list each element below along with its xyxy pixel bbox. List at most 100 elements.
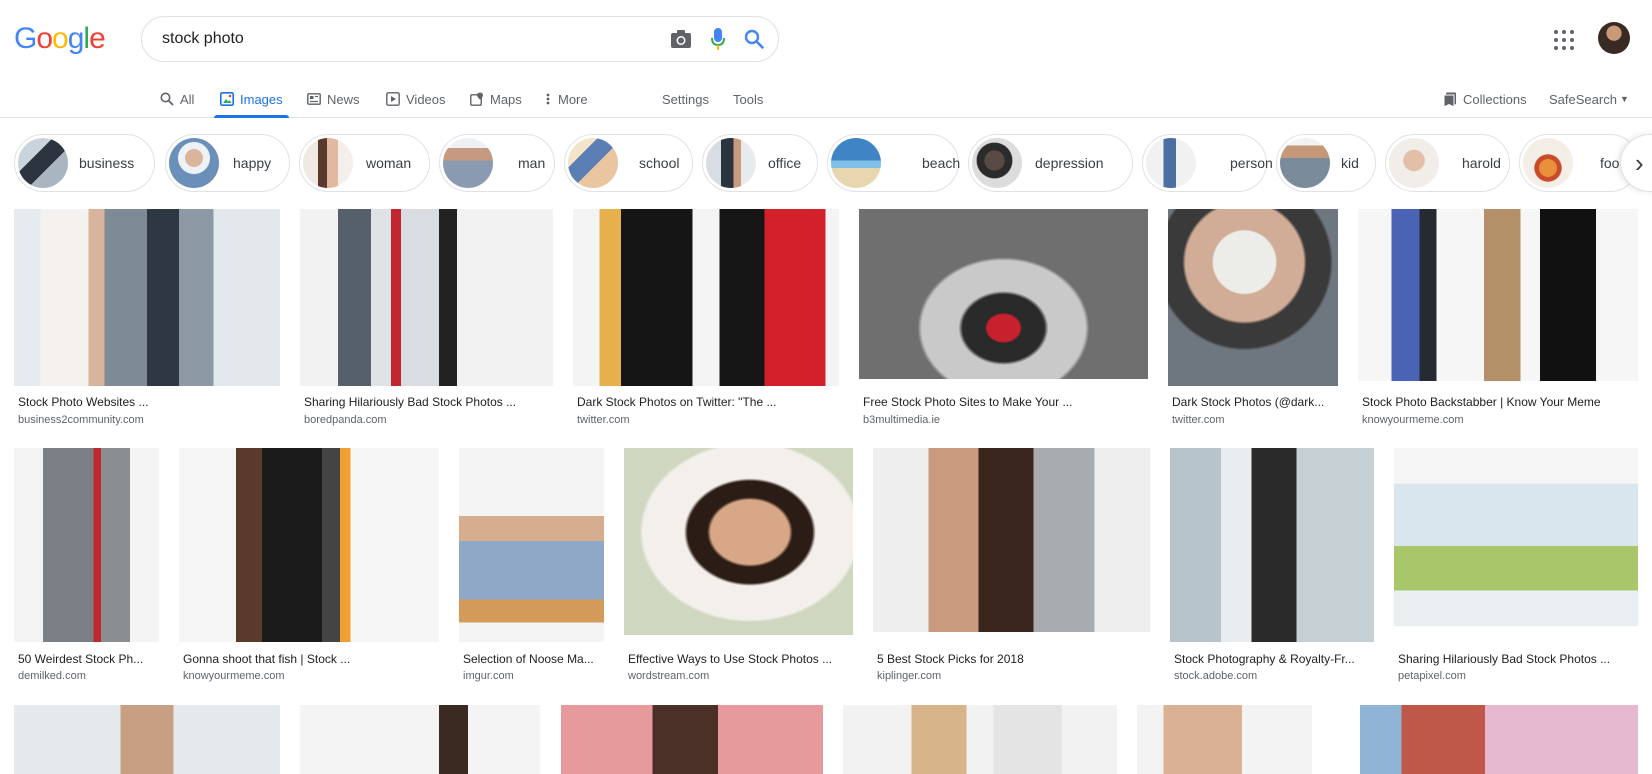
search-icon[interactable] [744,29,764,49]
search-box[interactable] [141,16,779,62]
result-thumbnail[interactable] [1170,448,1374,642]
tools-link[interactable]: Tools [733,86,763,112]
chip-thumbnail [568,138,618,188]
result-title: 5 Best Stock Picks for 2018 [877,652,1024,666]
result-thumbnail[interactable] [1360,705,1638,774]
result-tile[interactable]: Stock Photo Websites ... business2commun… [14,209,280,429]
chip-depression[interactable]: depression [968,134,1133,192]
result-source: twitter.com [1172,414,1225,426]
result-tile[interactable] [843,705,1117,774]
tab-label: Images [240,91,283,107]
video-icon [386,92,400,106]
result-tile[interactable]: Free Stock Photo Sites to Make Your ... … [859,209,1148,429]
chip-beach[interactable]: beach [827,134,960,192]
result-thumbnail[interactable] [179,448,439,642]
result-source: business2community.com [18,414,144,426]
chip-office[interactable]: office [702,134,818,192]
logo-letter: o [36,22,53,55]
result-tile[interactable]: Selection of Noose Ma... imgur.com [459,448,604,688]
news-icon [307,92,321,106]
result-thumbnail[interactable] [873,448,1150,632]
result-tile[interactable]: Stock Photo Backstabber | Know Your Meme… [1358,209,1638,429]
tab-label: All [180,91,195,107]
result-tile[interactable]: Sharing Hilariously Bad Stock Photos ...… [300,209,553,429]
result-thumbnail[interactable] [1137,705,1312,774]
settings-link[interactable]: Settings [662,86,709,112]
search-icon [160,92,174,106]
result-thumbnail[interactable] [14,705,280,774]
result-thumbnail[interactable] [300,705,540,774]
result-tile[interactable] [561,705,823,774]
chevron-right-icon: › [1635,148,1644,178]
result-tile[interactable]: 50 Weirdest Stock Ph... demilked.com [14,448,159,688]
chip-school[interactable]: school [564,134,693,192]
result-tile[interactable]: Effective Ways to Use Stock Photos ... w… [624,448,853,688]
collections-label: Collections [1463,91,1527,107]
result-source: demilked.com [18,670,86,682]
result-tile[interactable]: 5 Best Stock Picks for 2018 kiplinger.co… [873,448,1150,688]
logo-letter: g [67,22,85,55]
apps-grid-icon[interactable] [1552,28,1576,52]
result-thumbnail[interactable] [1168,209,1338,386]
tab-more[interactable]: More [546,86,588,112]
result-thumbnail[interactable] [1394,448,1638,626]
tab-videos[interactable]: Videos [386,86,446,112]
result-title: Stock Photography & Royalty-Fr... [1174,652,1355,666]
chip-label: school [639,155,680,171]
logo-letter: G [14,22,37,55]
result-tile[interactable] [300,705,540,774]
result-thumbnail[interactable] [459,448,604,642]
result-tile[interactable]: Sharing Hilariously Bad Stock Photos ...… [1394,448,1638,688]
search-input[interactable] [162,30,642,48]
result-thumbnail[interactable] [843,705,1117,774]
related-chips: business happy woman man school office b… [14,134,1652,192]
result-tile[interactable] [14,705,280,774]
image-icon [220,92,234,106]
result-tile[interactable]: Gonna shoot that fish | Stock ... knowyo… [179,448,439,688]
chip-man[interactable]: man [439,134,555,192]
tab-images[interactable]: Images [214,86,289,118]
logo-letter: o [52,22,69,55]
microphone-icon[interactable] [710,27,726,51]
result-title: Stock Photo Websites ... [18,395,149,409]
tools-label: Tools [733,91,764,107]
tab-label: More [558,91,588,107]
result-thumbnail[interactable] [1358,209,1638,381]
result-tile[interactable]: Dark Stock Photos (@dark... twitter.com [1168,209,1338,429]
avatar[interactable] [1598,22,1630,54]
result-tile[interactable] [1360,705,1638,774]
chip-kid[interactable]: kid [1276,134,1376,192]
chip-label: harold [1462,155,1501,171]
result-thumbnail[interactable] [300,209,553,386]
result-thumbnail[interactable] [624,448,853,635]
chip-woman[interactable]: woman [299,134,430,192]
result-tile[interactable]: Stock Photography & Royalty-Fr... stock.… [1170,448,1374,688]
chip-business[interactable]: business [14,134,155,192]
result-tile[interactable]: Dark Stock Photos on Twitter: "The ... t… [573,209,839,429]
result-tile[interactable] [1137,705,1312,774]
tab-all[interactable]: All [160,86,194,112]
tab-maps[interactable]: Maps [470,86,522,112]
result-title: Sharing Hilariously Bad Stock Photos ... [1398,652,1611,666]
chip-happy[interactable]: happy [165,134,290,192]
result-thumbnail[interactable] [14,209,280,386]
result-title: Dark Stock Photos (@dark... [1172,395,1325,409]
chip-thumbnail [443,138,493,188]
result-title: Sharing Hilariously Bad Stock Photos ... [304,395,517,409]
logo-letter: e [89,22,106,55]
safesearch-label: SafeSearch [1549,91,1617,107]
result-thumbnail[interactable] [859,209,1148,379]
result-thumbnail[interactable] [573,209,839,386]
chip-thumbnail [18,138,68,188]
safesearch-dropdown[interactable]: SafeSearch ▼ [1549,86,1629,112]
map-icon [470,92,484,106]
collections-link[interactable]: Collections [1443,86,1527,112]
result-thumbnail[interactable] [14,448,159,642]
result-thumbnail[interactable] [561,705,823,774]
chip-label: woman [366,155,412,171]
google-logo[interactable]: Google [14,22,106,56]
camera-icon[interactable] [670,29,692,49]
chip-harold[interactable]: harold [1385,134,1510,192]
tab-news[interactable]: News [307,86,360,112]
chip-person[interactable]: person [1142,134,1273,192]
